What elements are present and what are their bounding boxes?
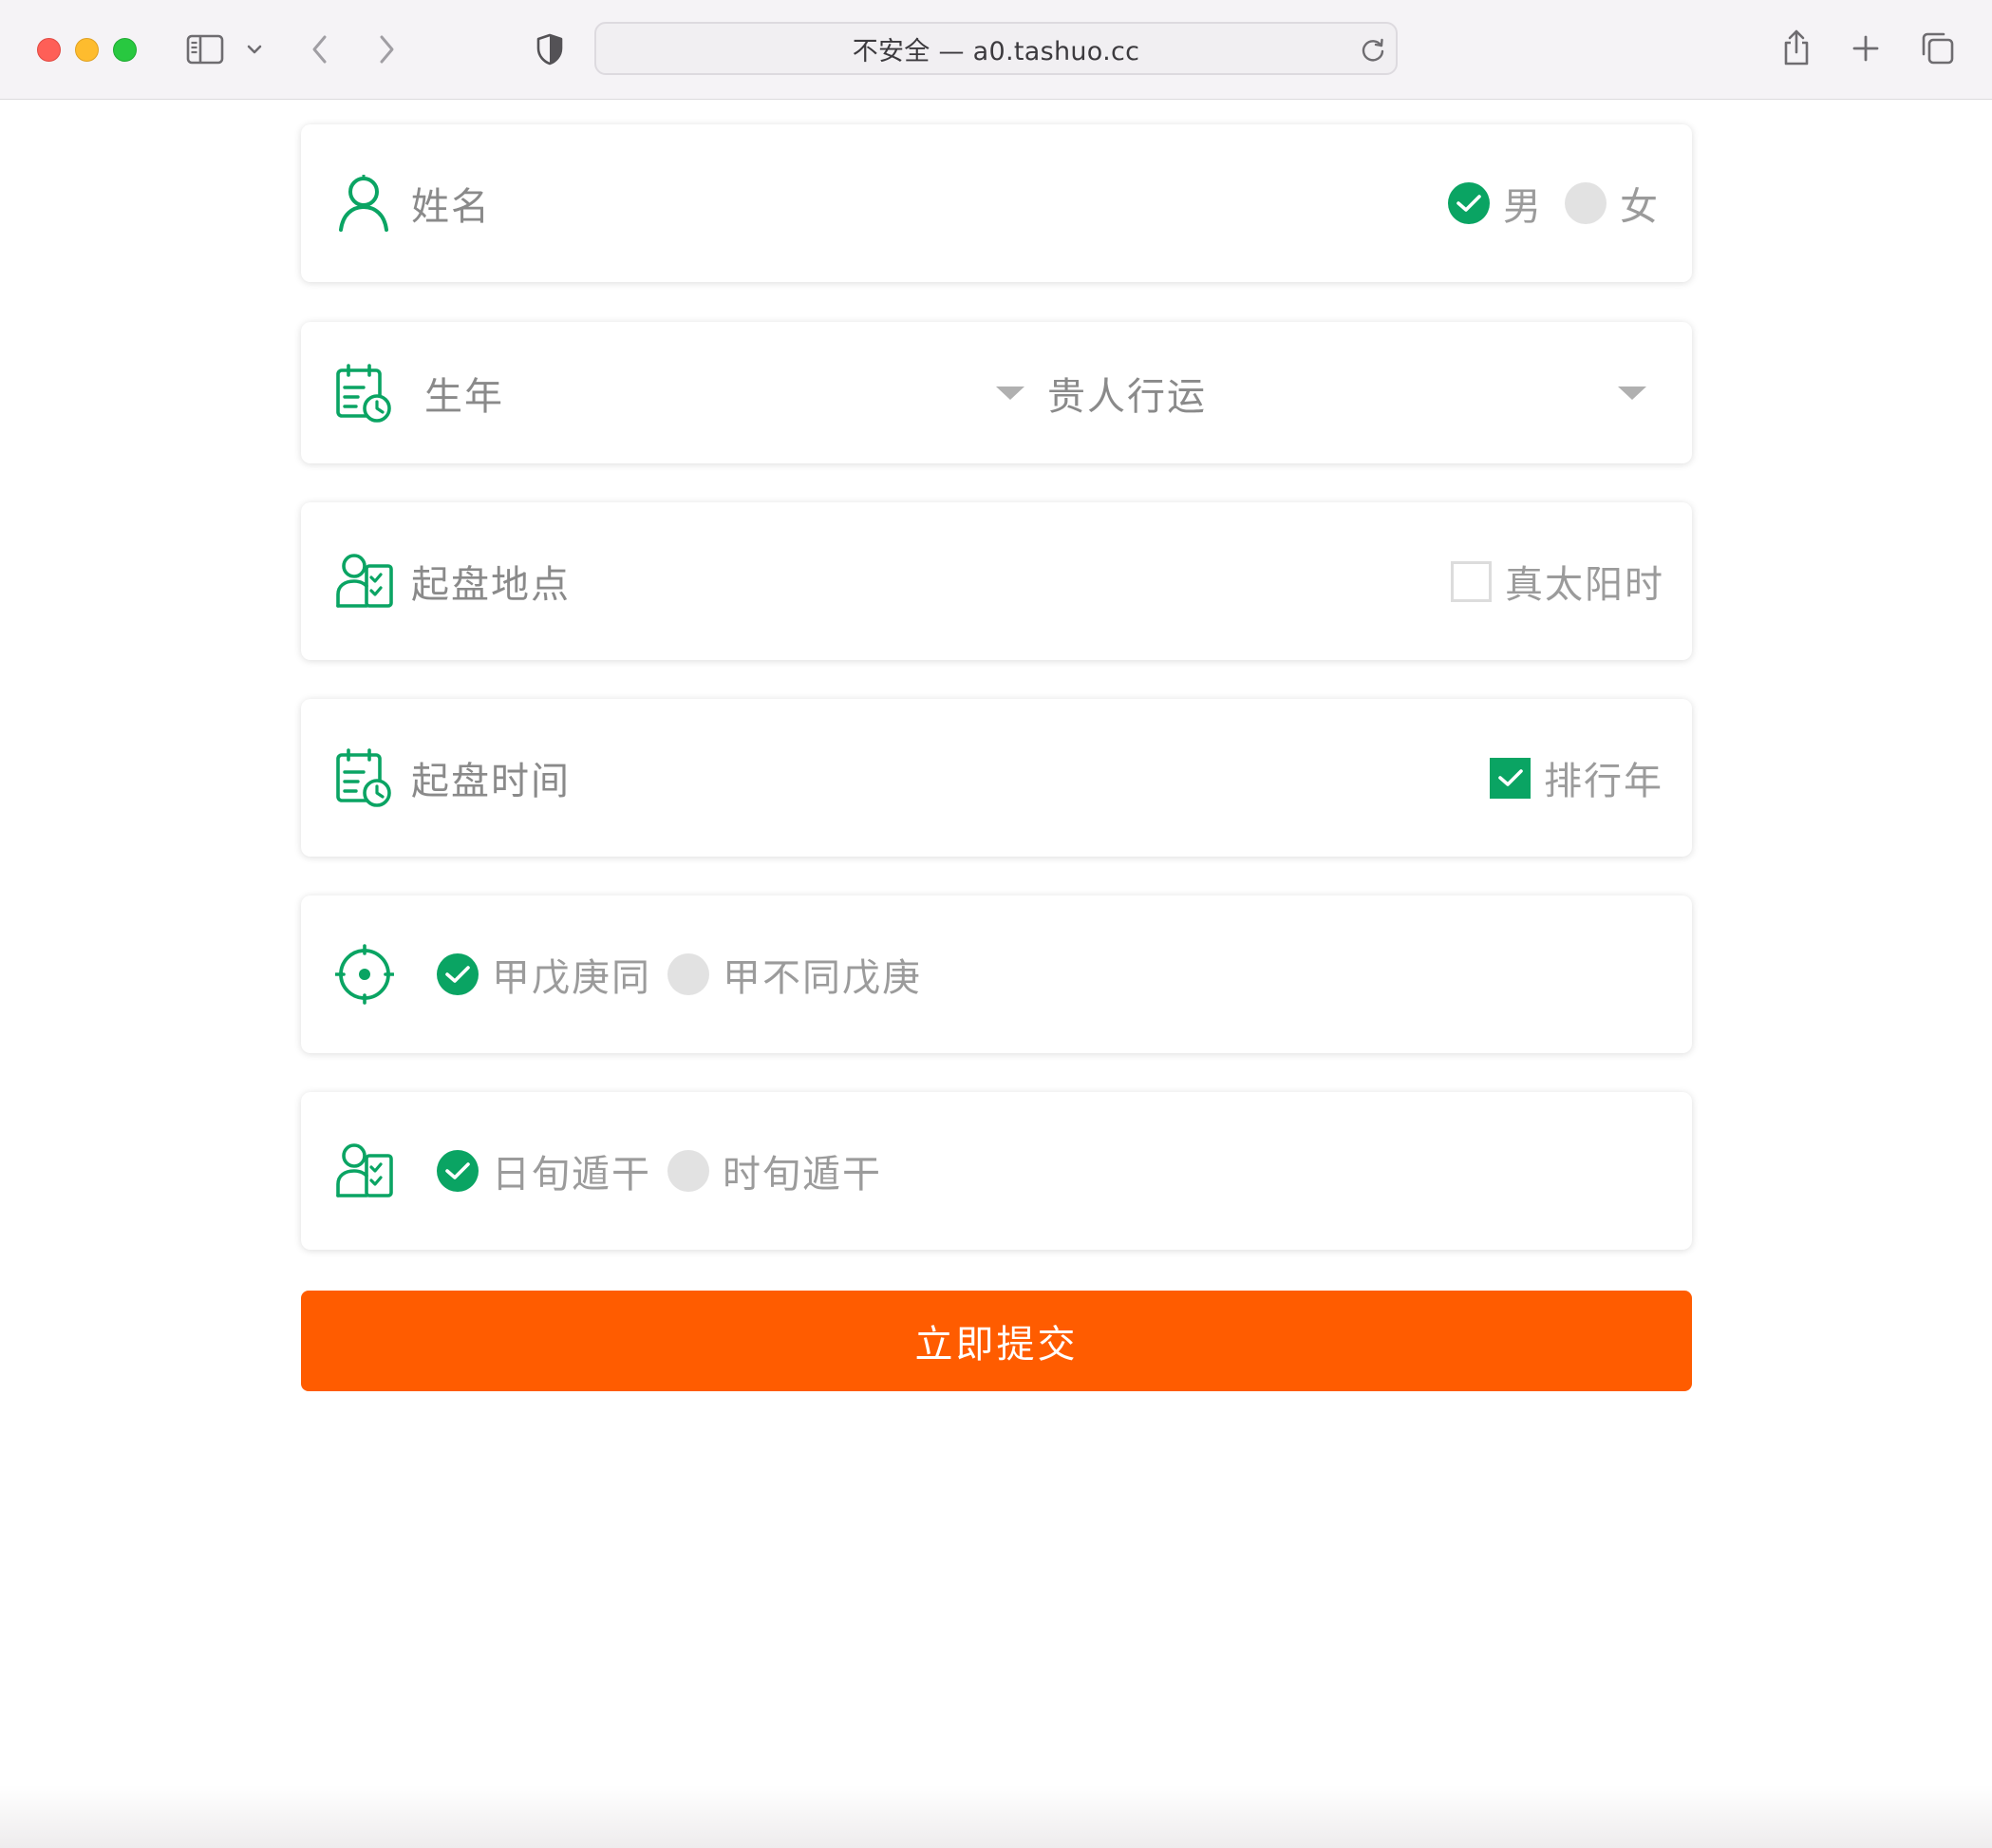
new-tab-icon[interactable] xyxy=(1850,32,1882,65)
zoom-window-button[interactable] xyxy=(113,38,137,62)
sidebar-toggle-icon[interactable] xyxy=(184,32,226,66)
gender-male-label: 男 xyxy=(1503,185,1543,229)
gender-male-option[interactable]: 男 xyxy=(1448,176,1543,231)
checkbox-unchecked-icon xyxy=(1451,560,1492,602)
radio-checked-icon xyxy=(1448,182,1490,224)
id-card-icon xyxy=(335,1141,393,1201)
sort-year-checkbox[interactable]: 排行年 xyxy=(1490,750,1663,805)
true-solar-time-label: 真太阳时 xyxy=(1505,563,1664,607)
xun-hour-label: 时旬遁干 xyxy=(723,1153,882,1197)
xun-day-label: 日旬遁干 xyxy=(492,1153,651,1197)
place-input[interactable]: 起盘地点 xyxy=(411,554,571,609)
chevron-down-icon[interactable] xyxy=(243,38,266,61)
birth-card: 生年 贵人行运 xyxy=(301,322,1692,463)
radio-unchecked-icon xyxy=(667,953,709,995)
tab-overview-icon[interactable] xyxy=(1920,30,1956,66)
jia-different-label: 甲不同戊庚 xyxy=(723,956,922,1000)
name-input[interactable]: 姓名 xyxy=(411,176,491,231)
radio-checked-icon xyxy=(437,953,479,995)
birth-year-select[interactable]: 生年 xyxy=(424,366,504,421)
id-card-icon xyxy=(335,551,393,612)
privacy-shield-icon[interactable] xyxy=(534,30,566,68)
xun-option-card: 日旬遁干 时旬遁干 xyxy=(301,1092,1692,1250)
jia-same-label: 甲戊庚同 xyxy=(492,956,651,1000)
calendar-clock-icon xyxy=(335,363,392,424)
time-card: 起盘时间 排行年 xyxy=(301,699,1692,857)
checkbox-checked-icon xyxy=(1490,757,1531,799)
time-input[interactable]: 起盘时间 xyxy=(411,750,571,805)
share-icon[interactable] xyxy=(1779,27,1813,68)
mode-dropdown-arrow-icon[interactable] xyxy=(1618,386,1646,400)
submit-button[interactable]: 立即提交 xyxy=(301,1291,1692,1391)
back-arrow-icon[interactable] xyxy=(306,30,334,68)
radio-checked-icon xyxy=(437,1150,479,1192)
minimize-window-button[interactable] xyxy=(75,38,99,62)
xun-hour-option[interactable]: 时旬遁干 xyxy=(667,1143,882,1198)
place-card: 起盘地点 真太阳时 xyxy=(301,502,1692,660)
true-solar-time-checkbox[interactable]: 真太阳时 xyxy=(1451,554,1664,609)
gender-female-label: 女 xyxy=(1620,185,1660,229)
sort-year-label: 排行年 xyxy=(1544,760,1663,803)
browser-toolbar: 不安全 — a0.tashuo.cc xyxy=(0,0,1992,100)
mode-select[interactable]: 贵人行运 xyxy=(1047,366,1207,421)
reload-icon[interactable] xyxy=(1360,35,1386,67)
user-icon xyxy=(335,173,392,234)
jia-option-card: 甲戊庚同 甲不同戊庚 xyxy=(301,896,1692,1053)
address-bar[interactable]: 不安全 — a0.tashuo.cc xyxy=(594,22,1398,75)
jia-different-option[interactable]: 甲不同戊庚 xyxy=(667,947,922,1002)
gender-female-option[interactable]: 女 xyxy=(1565,176,1660,231)
close-window-button[interactable] xyxy=(37,38,61,62)
window-bottom-edge xyxy=(0,1785,1992,1848)
xun-day-option[interactable]: 日旬遁干 xyxy=(437,1143,651,1198)
birth-year-dropdown-arrow-icon[interactable] xyxy=(996,386,1024,400)
forward-arrow-icon[interactable] xyxy=(372,30,401,68)
radio-unchecked-icon xyxy=(667,1150,709,1192)
jia-same-option[interactable]: 甲戊庚同 xyxy=(437,947,651,1002)
crosshair-icon xyxy=(334,944,395,1005)
calendar-clock-icon xyxy=(335,747,392,808)
name-card: 姓名 男 女 xyxy=(301,124,1692,282)
url-text: 不安全 — a0.tashuo.cc xyxy=(852,36,1140,66)
radio-unchecked-icon xyxy=(1565,182,1607,224)
